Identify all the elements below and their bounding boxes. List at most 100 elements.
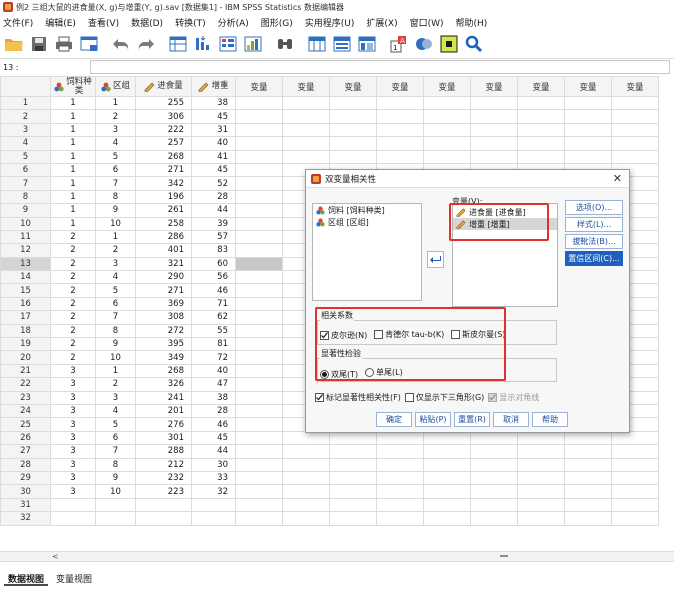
empty-cell[interactable] [329,457,377,472]
empty-cell[interactable] [564,109,612,124]
list-item[interactable]: 进食量 [进食量] [453,206,557,218]
data-cell[interactable]: 196 [135,189,192,205]
print-icon[interactable] [53,33,75,55]
data-cell[interactable]: 3 [50,377,96,392]
data-cell[interactable]: 4 [95,136,136,151]
empty-cell[interactable] [564,122,612,138]
data-cell[interactable]: 47 [191,377,236,392]
empty-cell[interactable] [470,497,518,513]
empty-cell[interactable] [282,136,330,151]
row-number[interactable]: 5 [0,149,51,164]
empty-cell[interactable] [470,444,518,459]
data-cell[interactable] [191,511,236,526]
empty-cell[interactable] [376,430,424,446]
empty-cell[interactable] [470,470,518,486]
data-cell[interactable]: 4 [95,270,136,285]
paste-button[interactable]: 粘贴(P) [415,412,451,427]
empty-cell[interactable] [611,136,659,151]
data-cell[interactable]: 2 [50,296,96,312]
lower-triangle-checkbox[interactable] [404,393,414,402]
data-cell[interactable]: 3 [50,470,96,486]
data-cell[interactable]: 1 [50,216,96,231]
row-number[interactable]: 2 [0,109,51,124]
empty-cell[interactable] [235,470,283,486]
row-number[interactable]: 25 [0,417,51,432]
empty-cell[interactable] [235,484,283,499]
data-cell[interactable]: 7 [95,176,136,191]
empty-cell[interactable] [282,511,330,526]
empty-cell[interactable] [517,511,565,526]
data-cell[interactable]: 6 [95,162,136,178]
empty-cell[interactable] [564,136,612,151]
column-header-weight-gain[interactable]: 增重 [191,76,236,97]
empty-variable-header[interactable]: 变量 [282,76,330,97]
empty-cell[interactable] [329,149,377,164]
empty-cell[interactable] [470,511,518,526]
menu-analyze[interactable]: 分析(A) [212,16,255,29]
data-cell[interactable] [191,497,236,513]
data-cell[interactable]: 2 [95,243,136,258]
data-cell[interactable]: 349 [135,350,192,365]
data-cell[interactable]: 6 [95,296,136,312]
options-button[interactable]: 选项(O)... [565,200,623,215]
data-cell[interactable]: 60 [191,256,236,272]
data-cell[interactable] [95,497,136,513]
empty-cell[interactable] [564,457,612,472]
list-item[interactable]: 增重 [增重] [453,218,557,230]
empty-variable-header[interactable]: 变量 [611,76,659,97]
empty-cell[interactable] [282,95,330,111]
spearman-checkbox[interactable] [451,330,461,339]
data-cell[interactable]: 5 [95,417,136,432]
row-number[interactable]: 14 [0,270,51,285]
pearson-option[interactable]: 皮尔逊(N) [320,330,367,341]
empty-cell[interactable] [329,511,377,526]
empty-cell[interactable] [235,176,283,191]
empty-variable-header[interactable]: 变量 [376,76,424,97]
data-cell[interactable]: 56 [191,270,236,285]
run-descriptives-icon[interactable] [242,33,264,55]
empty-cell[interactable] [517,444,565,459]
data-cell[interactable]: 3 [50,403,96,419]
list-item[interactable]: 区组 [区组] [313,216,421,228]
empty-cell[interactable] [611,109,659,124]
empty-cell[interactable] [564,484,612,499]
empty-cell[interactable] [470,109,518,124]
empty-cell[interactable] [329,122,377,138]
data-cell[interactable]: 7 [95,444,136,459]
kendall-option[interactable]: 肯德尔 tau-b(K) [374,329,444,340]
empty-cell[interactable] [423,444,471,459]
empty-cell[interactable] [376,122,424,138]
empty-cell[interactable] [611,122,659,138]
empty-cell[interactable] [611,511,659,526]
empty-cell[interactable] [423,430,471,446]
use-sets-icon[interactable] [413,33,435,55]
tab-data-view[interactable]: 数据视图 [4,570,49,586]
empty-cell[interactable] [329,109,377,124]
kendall-checkbox[interactable] [374,330,384,339]
data-cell[interactable]: 3 [50,363,96,379]
go-to-case-icon[interactable] [167,33,189,55]
empty-cell[interactable] [282,430,330,446]
data-cell[interactable]: 212 [135,457,192,472]
data-cell[interactable]: 342 [135,176,192,191]
data-cell[interactable]: 255 [135,95,192,111]
empty-cell[interactable] [235,189,283,205]
empty-cell[interactable] [423,470,471,486]
tab-variable-view[interactable]: 变量视图 [52,570,96,586]
empty-cell[interactable] [423,149,471,164]
data-cell[interactable]: 7 [95,310,136,325]
data-cell[interactable]: 321 [135,256,192,272]
empty-cell[interactable] [470,484,518,499]
empty-cell[interactable] [235,122,283,138]
menu-help[interactable]: 帮助(H) [450,16,494,29]
row-number[interactable]: 9 [0,203,51,218]
empty-cell[interactable] [329,484,377,499]
data-cell[interactable]: 1 [50,176,96,191]
empty-cell[interactable] [235,270,283,285]
row-number[interactable]: 29 [0,470,51,486]
data-cell[interactable]: 308 [135,310,192,325]
data-cell[interactable] [95,511,136,526]
data-cell[interactable]: 2 [50,337,96,352]
empty-cell[interactable] [235,229,283,245]
empty-cell[interactable] [235,243,283,258]
